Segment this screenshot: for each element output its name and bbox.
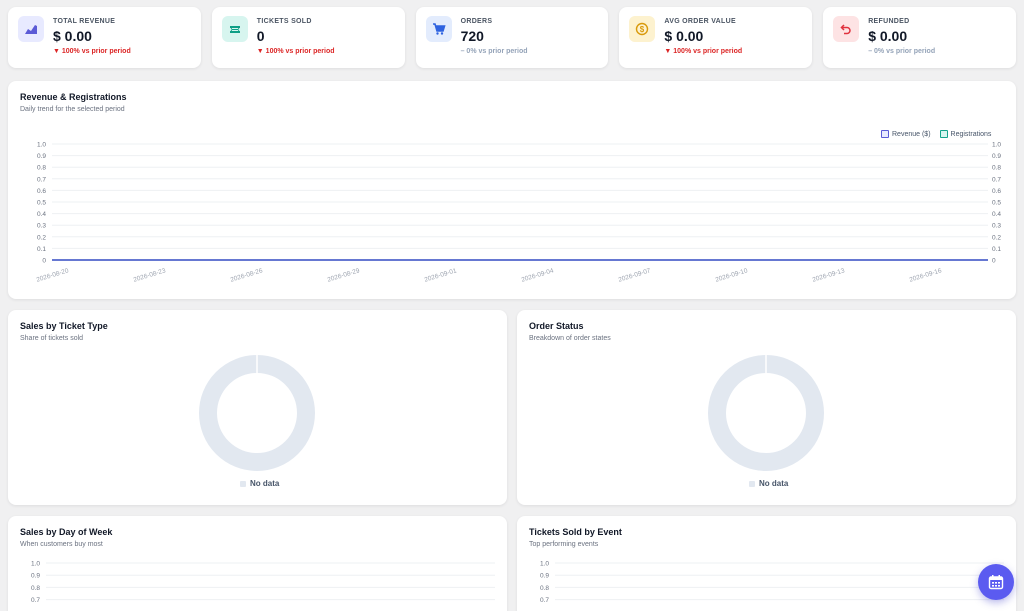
- y-tick-label: 0.9: [540, 573, 549, 580]
- donut-ring: [199, 355, 315, 471]
- dollar-icon: $: [629, 16, 656, 42]
- y-tick-label-left: 0.6: [37, 188, 46, 195]
- calendar-icon: [988, 575, 1004, 590]
- kpi-delta: – 0% vs prior period: [868, 48, 936, 55]
- sales-ticket-type-card: Sales by Ticket Type Share of tickets so…: [8, 310, 507, 505]
- card-title: Order Status: [529, 321, 584, 331]
- x-tick-label: 2026-08-20: [36, 267, 70, 284]
- legend-swatch: [749, 480, 755, 487]
- no-data-label: No data: [759, 479, 789, 488]
- weekday-bar-chart: 1.0 0.9 0.8 0.7: [31, 561, 495, 604]
- y-tick-label-left: 0.4: [37, 211, 46, 218]
- y-tick-label: 0.8: [540, 585, 549, 592]
- kpi-card-refunded: REFUNDED $ 0.00 – 0% vs prior period: [823, 7, 1016, 68]
- y-tick-label-left: 0.3: [37, 223, 46, 230]
- kpi-value: 720: [460, 28, 484, 44]
- y-tick-label-left: 0.7: [37, 176, 46, 183]
- legend-swatch: [240, 480, 246, 487]
- y-tick-label-right: 1.0: [992, 142, 1001, 149]
- calendar-button[interactable]: [978, 564, 1014, 600]
- x-tick-label: 2026-09-04: [521, 267, 555, 284]
- y-tick-label: 1.0: [31, 561, 40, 568]
- y-tick-label: 0.7: [31, 597, 40, 604]
- x-tick-label: 2026-09-07: [618, 267, 652, 284]
- no-data-legend: No data: [240, 479, 279, 488]
- y-tick-label-left: 0.8: [37, 165, 46, 172]
- x-tick-label: 2026-09-16: [909, 267, 943, 284]
- card-subtitle: Share of tickets sold: [20, 335, 84, 342]
- kpi-card-total-revenue: TOTAL REVENUE $ 0.00 ▼ 100% vs prior per…: [8, 7, 201, 68]
- no-data-legend: No data: [749, 479, 788, 488]
- y-tick-label-right: 0.5: [992, 200, 1001, 207]
- y-tick-label-right: 0: [992, 258, 996, 265]
- kpi-value: $ 0.00: [664, 28, 704, 44]
- y-tick-label-right: 0.9: [992, 153, 1001, 160]
- y-tick-label-right: 0.6: [992, 188, 1001, 195]
- kpi-value: $ 0.00: [53, 28, 92, 44]
- y-tick-label: 1.0: [540, 561, 549, 568]
- donut-ring: [708, 355, 824, 471]
- kpi-label: TICKETS SOLD: [256, 18, 312, 25]
- ticket-icon: [221, 16, 248, 42]
- y-tick-label-left: 0.2: [37, 234, 46, 241]
- kpi-label: ORDERS: [460, 18, 493, 25]
- y-tick-label-left: 0.1: [37, 246, 46, 253]
- y-tick-label-right: 0.7: [992, 176, 1001, 183]
- y-tick-label-left: 0: [42, 258, 46, 265]
- kpi-delta: ▼ 100% vs prior period: [664, 48, 743, 55]
- kpi-value: 0: [256, 28, 265, 44]
- kpi-delta: ▼ 100% vs prior period: [53, 48, 131, 55]
- tickets-by-event-card: Tickets Sold by Event Top performing eve…: [517, 516, 1016, 611]
- kpi-label: REFUNDED: [868, 18, 910, 25]
- x-tick-label: 2026-08-26: [230, 267, 264, 284]
- y-tick-label-right: 0.4: [992, 211, 1001, 218]
- revenue-chart-card: Revenue & Registrations Daily trend for …: [8, 81, 1016, 299]
- x-tick-label: 2026-08-23: [133, 267, 167, 284]
- order-status-donut: [708, 353, 824, 471]
- cart-icon: [425, 16, 452, 42]
- kpi-card-tickets-sold: TICKETS SOLD 0 ▼ 100% vs prior period: [211, 7, 405, 68]
- kpi-value: $ 0.00: [868, 28, 908, 44]
- kpi-label: TOTAL REVENUE: [53, 18, 116, 25]
- y-tick-label-right: 0.2: [992, 234, 1001, 241]
- svg-text:$: $: [640, 25, 645, 34]
- y-tick-label: 0.8: [31, 585, 40, 592]
- kpi-card-avg-order-value: $ AVG ORDER VALUE $ 0.00 ▼ 100% vs prior…: [619, 7, 813, 68]
- kpi-card-orders: ORDERS 720 – 0% vs prior period: [415, 7, 609, 68]
- y-tick-label-right: 0.3: [992, 223, 1001, 230]
- x-tick-label: 2026-09-10: [715, 267, 749, 284]
- x-tick-label: 2026-09-13: [812, 267, 846, 284]
- y-tick-label-right: 0.1: [992, 246, 1001, 253]
- revenue-line-chart: 0 0 0.1 0.1 0.2 0.2 0.3 0.3 0.4 0.4 0.5 0.5 0.6 0.6 0.…: [36, 142, 1002, 284]
- ticket-type-donut: [199, 353, 315, 471]
- x-tick-label: 2026-08-29: [327, 267, 361, 284]
- card-subtitle: Breakdown of order states: [529, 335, 611, 342]
- no-data-label: No data: [250, 479, 280, 488]
- order-status-card: Order Status Breakdown of order states N…: [517, 310, 1016, 505]
- y-tick-label: 0.7: [540, 597, 549, 604]
- x-tick-label: 2026-09-01: [424, 267, 458, 284]
- chart-icon: [18, 16, 44, 42]
- event-bar-chart: 1.0 0.9 0.8 0.7: [540, 561, 1004, 604]
- y-tick-label-left: 1.0: [37, 142, 46, 149]
- y-tick-label-left: 0.9: [37, 153, 46, 160]
- kpi-delta: – 0% vs prior period: [460, 48, 528, 55]
- refund-icon: [833, 16, 860, 42]
- kpi-row: TOTAL REVENUE $ 0.00 ▼ 100% vs prior per…: [8, 7, 1016, 68]
- y-tick-label-left: 0.5: [37, 200, 46, 207]
- sales-day-of-week-card: Sales by Day of Week When customers buy …: [8, 516, 507, 611]
- y-tick-label-right: 0.8: [992, 165, 1001, 172]
- y-tick-label: 0.9: [31, 573, 40, 580]
- card-title: Sales by Ticket Type: [20, 321, 108, 331]
- kpi-delta: ▼ 100% vs prior period: [256, 48, 335, 55]
- kpi-label: AVG ORDER VALUE: [664, 18, 736, 25]
